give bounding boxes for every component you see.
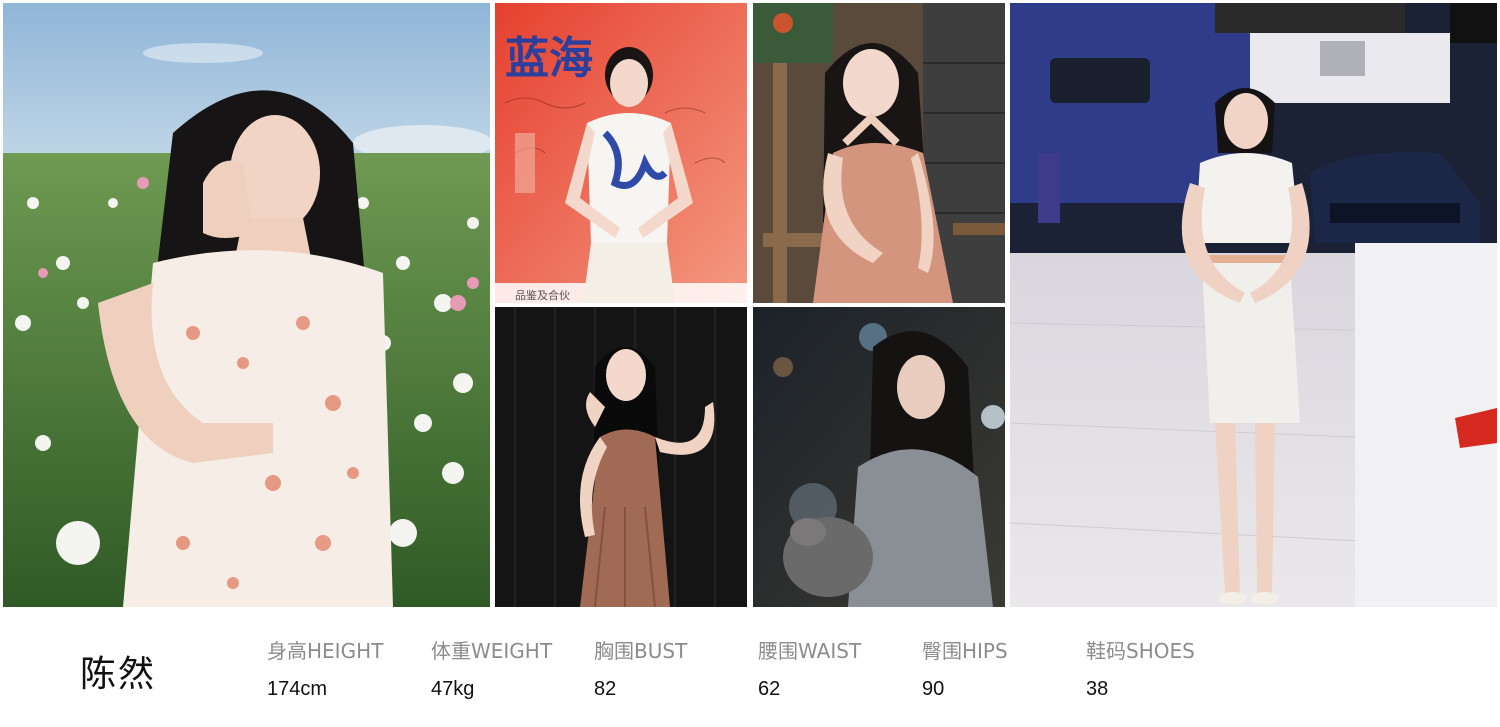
stat-label: 鞋码SHOES xyxy=(1086,639,1195,663)
stat-label: 臀围HIPS xyxy=(922,639,1008,663)
stat-weight: 体重WEIGHT 47kg xyxy=(431,635,552,701)
stat-bust: 胸围BUST 82 xyxy=(594,635,687,701)
stat-label: 腰围WAIST xyxy=(758,639,862,663)
stat-label: 体重WEIGHT xyxy=(431,639,553,663)
stat-height: 身高HEIGHT 174cm xyxy=(267,635,383,701)
stat-value: 62 xyxy=(758,678,781,700)
stat-shoes: 鞋码SHOES 38 xyxy=(1086,635,1195,701)
stat-value: 38 xyxy=(1086,678,1109,700)
stat-label: 身高HEIGHT xyxy=(267,639,384,663)
stat-waist: 腰围WAIST 62 xyxy=(758,635,861,701)
stat-hips: 臀围HIPS 90 xyxy=(922,635,1008,701)
photo-car-show xyxy=(1010,3,1497,607)
stat-value: 174cm xyxy=(267,678,328,700)
photo-qipao-event: 蓝海 品鉴及合伙 xyxy=(495,3,747,303)
profile-info-bar: 陈然 身高HEIGHT 174cm 体重WEIGHT 47kg 胸围BUST 8… xyxy=(0,607,1500,727)
stat-value: 47kg xyxy=(431,678,475,700)
photo-pink-dress-chair xyxy=(753,3,1005,303)
model-name: 陈然 xyxy=(80,654,157,695)
stat-value: 90 xyxy=(922,678,945,700)
model-card: 蓝海 品鉴及合伙 陈然 身高HEIGHT 174cm 体重WEIGHT 47kg… xyxy=(0,0,1500,727)
photo-brown-dress-dark xyxy=(495,307,747,607)
stat-value: 82 xyxy=(594,678,617,700)
backdrop-text-bottom: 品鉴及合伙 xyxy=(515,288,570,302)
photo-night-cardigan xyxy=(753,307,1005,607)
photo-flower-field xyxy=(3,3,490,607)
backdrop-text-top: 蓝海 xyxy=(505,33,593,84)
stat-label: 胸围BUST xyxy=(594,639,688,663)
